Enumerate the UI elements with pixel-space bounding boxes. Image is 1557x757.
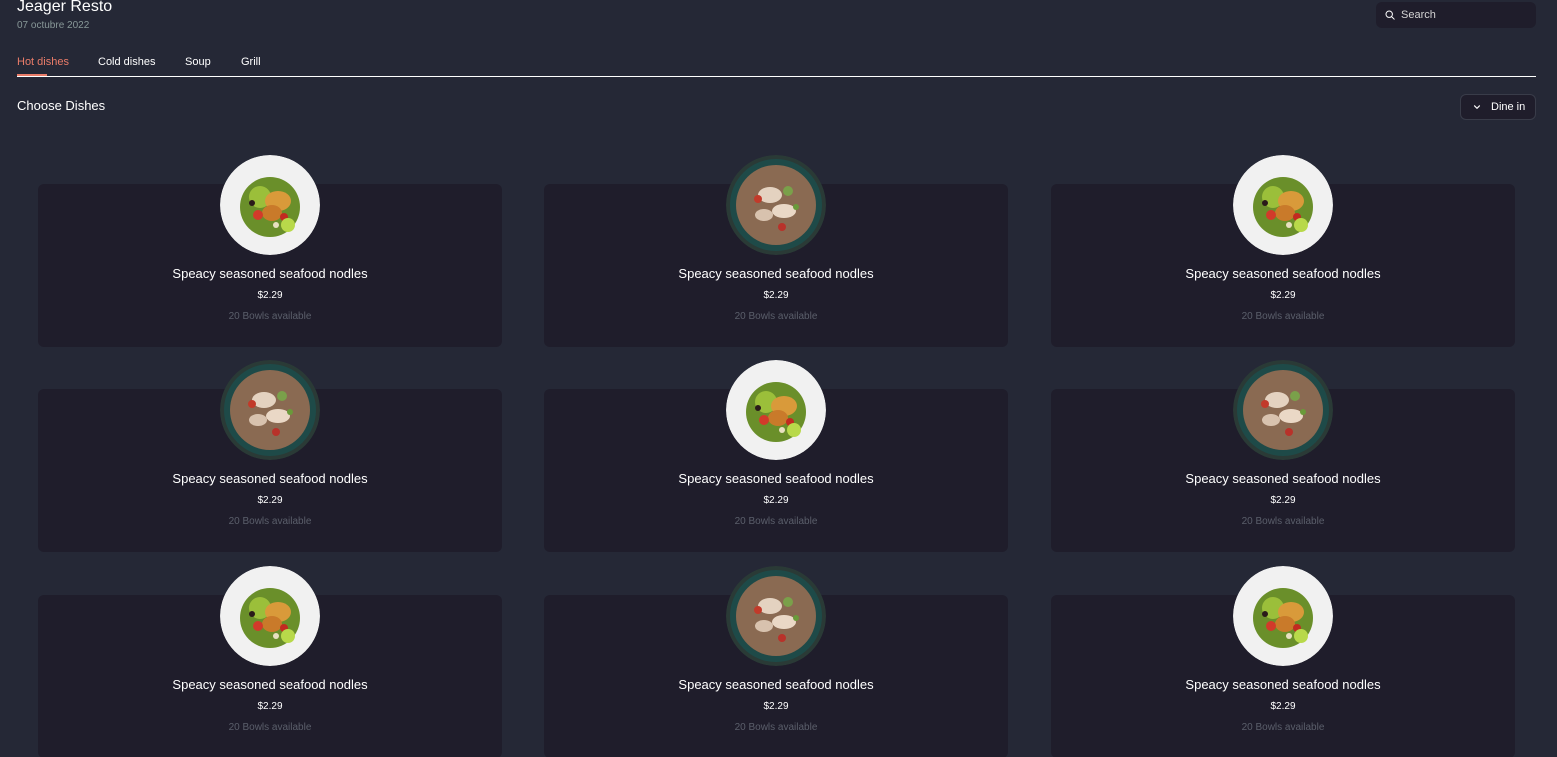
dish-name: Speacy seasoned seafood nodles (1185, 266, 1381, 281)
dish-card[interactable]: Speacy seasoned seafood nodles $2.29 20 … (1051, 360, 1515, 552)
dish-availability: 20 Bowls available (734, 722, 818, 733)
seafood-bowl-icon (726, 566, 826, 666)
dish-price: $2.29 (1270, 701, 1296, 712)
dish-availability: 20 Bowls available (1241, 722, 1325, 733)
seafood-bowl-icon (220, 360, 320, 460)
dish-price: $2.29 (1270, 290, 1296, 301)
dish-availability: 20 Bowls available (1241, 311, 1325, 322)
search-input[interactable] (1401, 9, 1521, 21)
tab-cold-dishes[interactable]: Cold dishes (98, 56, 155, 68)
tab-grill[interactable]: Grill (241, 56, 261, 68)
app-title: Jeager Resto (17, 0, 113, 15)
dish-price: $2.29 (763, 495, 789, 506)
current-date: 07 octubre 2022 (17, 20, 90, 31)
order-type-label: Dine in (1491, 101, 1526, 113)
seafood-bowl-icon (1233, 360, 1333, 460)
dish-price: $2.29 (257, 701, 283, 712)
salad-plate-icon (220, 566, 320, 666)
salad-plate-icon (220, 155, 320, 255)
dish-name: Speacy seasoned seafood nodles (1185, 677, 1381, 692)
salad-plate-icon (1233, 155, 1333, 255)
dish-name: Speacy seasoned seafood nodles (678, 471, 874, 486)
dish-card[interactable]: Speacy seasoned seafood nodles $2.29 20 … (544, 566, 1008, 757)
app-page: Jeager Resto 07 octubre 2022 Hot dishes … (0, 0, 1557, 757)
dish-price: $2.29 (763, 290, 789, 301)
tab-soup[interactable]: Soup (185, 56, 211, 68)
dish-card[interactable]: Speacy seasoned seafood nodles $2.29 20 … (38, 566, 502, 757)
dish-name: Speacy seasoned seafood nodles (678, 266, 874, 281)
salad-plate-icon (1233, 566, 1333, 666)
dish-card[interactable]: Speacy seasoned seafood nodles $2.29 20 … (544, 155, 1008, 347)
search-icon (1385, 10, 1395, 20)
dish-card[interactable]: Speacy seasoned seafood nodles $2.29 20 … (1051, 566, 1515, 757)
salad-plate-icon (726, 360, 826, 460)
dish-card[interactable]: Speacy seasoned seafood nodles $2.29 20 … (38, 360, 502, 552)
dish-availability: 20 Bowls available (228, 722, 312, 733)
dish-availability: 20 Bowls available (734, 311, 818, 322)
order-type-dropdown[interactable]: Dine in (1460, 94, 1536, 120)
chevron-down-icon (1473, 105, 1481, 109)
dish-availability: 20 Bowls available (228, 516, 312, 527)
dish-card[interactable]: Speacy seasoned seafood nodles $2.29 20 … (38, 155, 502, 347)
dish-availability: 20 Bowls available (228, 311, 312, 322)
dish-card[interactable]: Speacy seasoned seafood nodles $2.29 20 … (544, 360, 1008, 552)
dish-price: $2.29 (257, 290, 283, 301)
dish-price: $2.29 (257, 495, 283, 506)
dish-price: $2.29 (763, 701, 789, 712)
dish-card[interactable]: Speacy seasoned seafood nodles $2.29 20 … (1051, 155, 1515, 347)
active-tab-indicator (17, 74, 47, 76)
seafood-bowl-icon (726, 155, 826, 255)
dish-availability: 20 Bowls available (1241, 516, 1325, 527)
dish-name: Speacy seasoned seafood nodles (172, 266, 368, 281)
dish-name: Speacy seasoned seafood nodles (678, 677, 874, 692)
dish-price: $2.29 (1270, 495, 1296, 506)
dish-availability: 20 Bowls available (734, 516, 818, 527)
dish-name: Speacy seasoned seafood nodles (172, 677, 368, 692)
section-title: Choose Dishes (17, 98, 106, 113)
tab-hot-dishes[interactable]: Hot dishes (17, 56, 69, 68)
dish-name: Speacy seasoned seafood nodles (172, 471, 368, 486)
category-tabs: Hot dishes Cold dishes Soup Grill (17, 50, 1536, 77)
search-box[interactable] (1376, 2, 1536, 28)
dish-name: Speacy seasoned seafood nodles (1185, 471, 1381, 486)
